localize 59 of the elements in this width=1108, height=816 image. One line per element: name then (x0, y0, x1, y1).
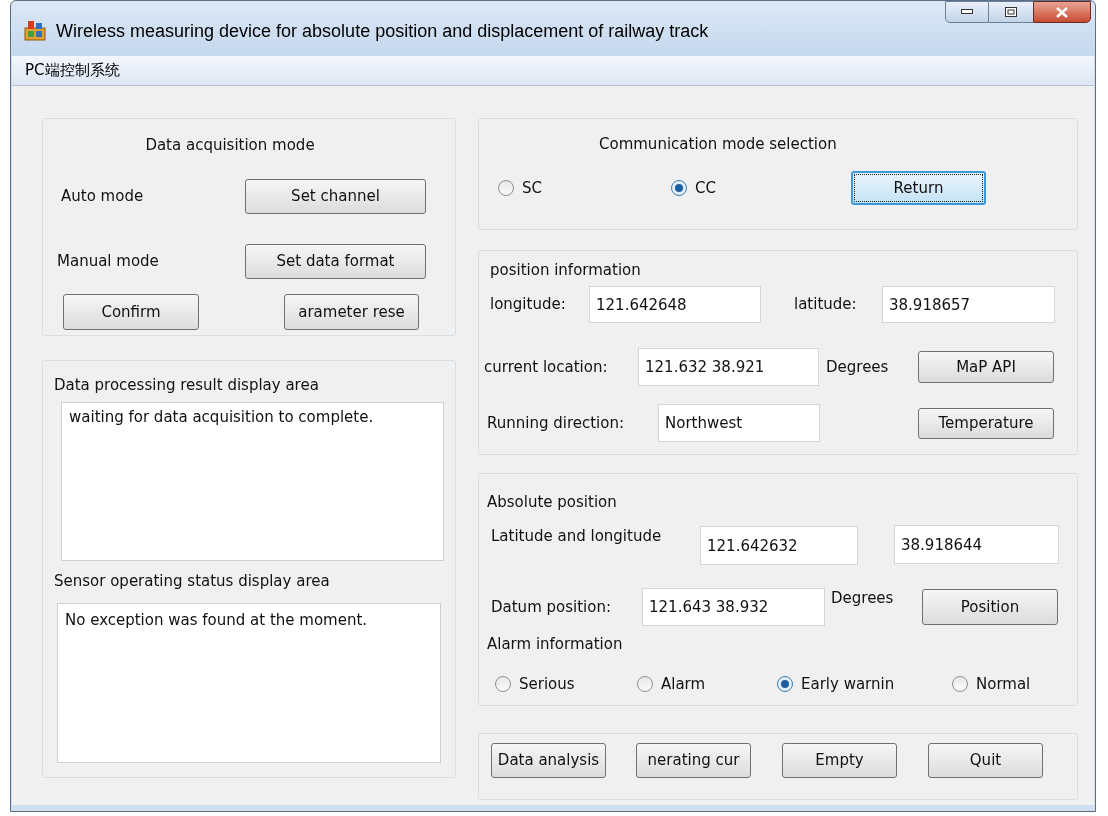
quit-button[interactable]: Quit (928, 743, 1043, 778)
radio-button[interactable] (637, 676, 653, 692)
app-icon (24, 19, 46, 41)
mode-label: Manual mode (57, 252, 159, 271)
field-label: longitude: (490, 295, 566, 314)
radio-button[interactable] (952, 676, 968, 692)
result-display-area[interactable]: waiting for data acquisition to complete. (61, 402, 444, 561)
map-api-button[interactable]: MaP API (918, 351, 1054, 383)
unit-label: Degrees (826, 357, 889, 376)
radio-label[interactable]: Serious (519, 672, 575, 696)
panel-title: Communication mode selection (599, 133, 837, 155)
parameter-reset-button[interactable]: arameter rese (284, 294, 419, 330)
radio-label[interactable]: Early warnin (801, 672, 895, 696)
radio-label[interactable]: Alarm (661, 672, 706, 696)
field-label: current location: (484, 357, 608, 376)
mode-label: Auto mode (61, 187, 144, 206)
maximize-icon (1005, 7, 1017, 17)
section-title: Absolute position (487, 491, 617, 513)
radio-button[interactable] (671, 180, 687, 196)
radio-label[interactable]: Normal (976, 672, 1031, 696)
running-direction-field[interactable]: Northwest (658, 404, 820, 442)
position-button[interactable]: Position (922, 589, 1058, 625)
data-analysis-button[interactable]: Data analysis (491, 743, 606, 778)
return-button[interactable]: Return (851, 171, 986, 205)
radio-button[interactable] (498, 180, 514, 196)
field-label: Running direction: (487, 413, 625, 432)
empty-button[interactable]: Empty (782, 743, 897, 778)
current-location-field[interactable]: 121.632 38.921 (638, 348, 819, 386)
menu-item[interactable]: PC端控制系统 (25, 59, 120, 82)
close-button[interactable] (1033, 1, 1091, 23)
latitude-field[interactable]: 38.918644 (894, 525, 1059, 564)
latitude-field[interactable]: 38.918657 (882, 286, 1055, 323)
unit-label: Degrees (831, 589, 894, 607)
field-label: Latitude and longitude (491, 527, 662, 545)
panel-title: Data acquisition mode (145, 135, 315, 154)
field-label: Datum position: (491, 597, 611, 616)
longitude-field[interactable]: 121.642632 (700, 526, 858, 565)
datum-position-field[interactable]: 121.643 38.932 (642, 588, 825, 626)
generating-curve-button[interactable]: nerating cur (636, 743, 751, 778)
minimize-icon (961, 9, 973, 15)
set-channel-button[interactable]: Set channel (245, 179, 426, 214)
longitude-field[interactable]: 121.642648 (589, 286, 761, 323)
field-label: latitude: (794, 295, 857, 314)
radio-label[interactable]: CC (695, 176, 716, 200)
radio-label[interactable]: SC (522, 176, 542, 200)
section-title: position information (490, 259, 641, 281)
radio-button[interactable] (495, 676, 511, 692)
section-title: Alarm information (487, 633, 623, 655)
status-display-area[interactable]: No exception was found at the moment. (57, 603, 441, 763)
close-icon (1055, 6, 1069, 18)
area-label: Data processing result display area (54, 374, 319, 396)
maximize-button[interactable] (989, 1, 1033, 23)
radio-button[interactable] (777, 676, 793, 692)
temperature-button[interactable]: Temperature (918, 407, 1054, 439)
area-label: Sensor operating status display area (54, 570, 330, 592)
window-title: Wireless measuring device for absolute position and displacement of railway track (56, 20, 709, 43)
minimize-button[interactable] (945, 1, 989, 23)
set-data-format-button[interactable]: Set data format (245, 244, 426, 279)
confirm-button[interactable]: Confirm (63, 294, 199, 330)
